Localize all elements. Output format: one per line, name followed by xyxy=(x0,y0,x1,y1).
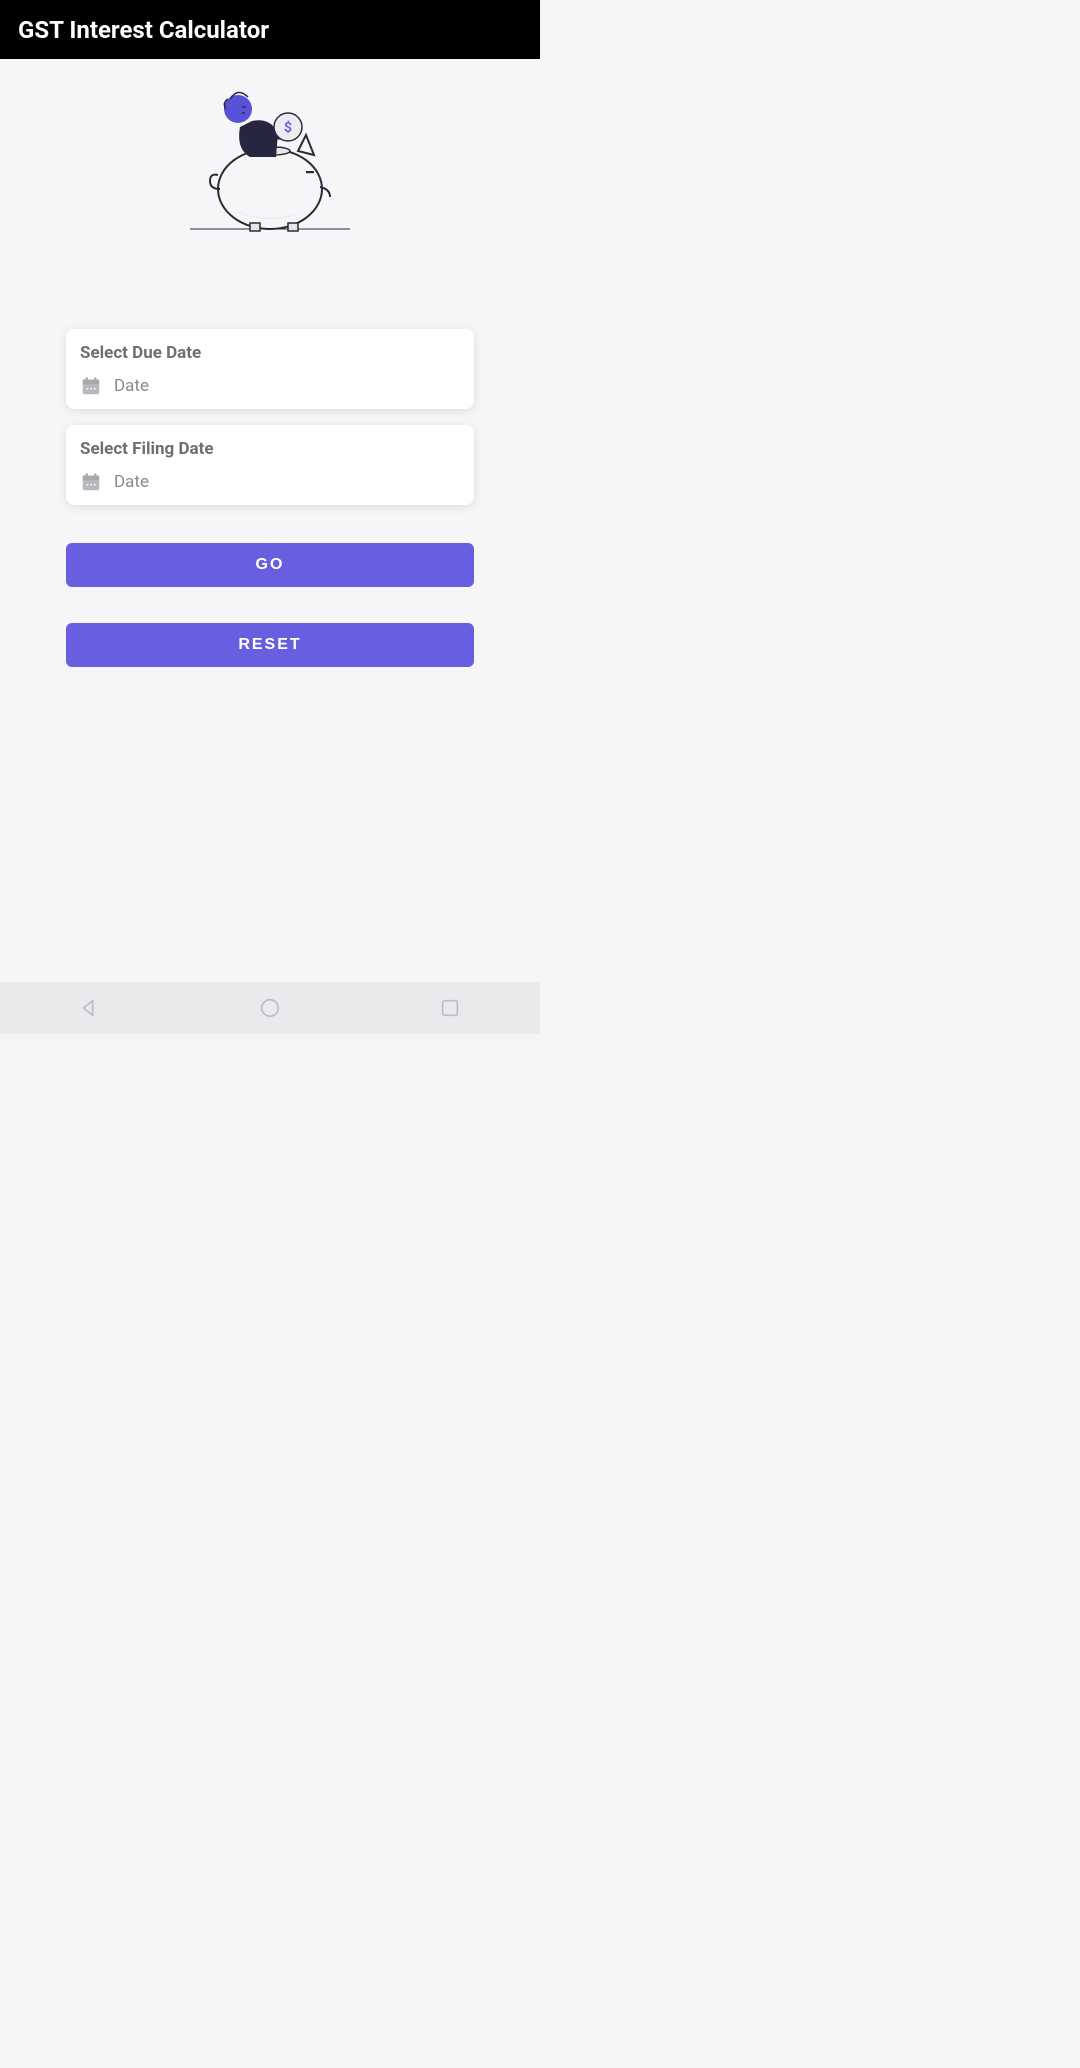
filing-date-card[interactable]: Select Filing Date Date xyxy=(66,425,474,505)
filing-date-field[interactable]: Date xyxy=(80,471,460,493)
nav-recent-icon[interactable] xyxy=(439,997,461,1019)
app-bar: GST Interest Calculator xyxy=(0,0,540,59)
nav-home-icon[interactable] xyxy=(259,997,281,1019)
system-nav-bar xyxy=(0,982,540,1034)
reset-button[interactable]: RESET xyxy=(66,623,474,667)
due-date-placeholder: Date xyxy=(114,376,149,396)
svg-text:$: $ xyxy=(284,119,292,136)
main-content: $ Select Due Date Date Select Filing Dat… xyxy=(0,59,540,982)
illustration: $ xyxy=(66,79,474,239)
calendar-icon xyxy=(80,375,102,397)
due-date-field[interactable]: Date xyxy=(80,375,460,397)
piggy-bank-savings-illustration: $ xyxy=(170,79,370,239)
due-date-title: Select Due Date xyxy=(80,343,460,363)
filing-date-placeholder: Date xyxy=(114,472,149,492)
due-date-card[interactable]: Select Due Date Date xyxy=(66,329,474,409)
calendar-icon xyxy=(80,471,102,493)
go-button[interactable]: GO xyxy=(66,543,474,587)
app-title: GST Interest Calculator xyxy=(18,16,269,44)
nav-back-icon[interactable] xyxy=(79,997,101,1019)
filing-date-title: Select Filing Date xyxy=(80,439,460,459)
